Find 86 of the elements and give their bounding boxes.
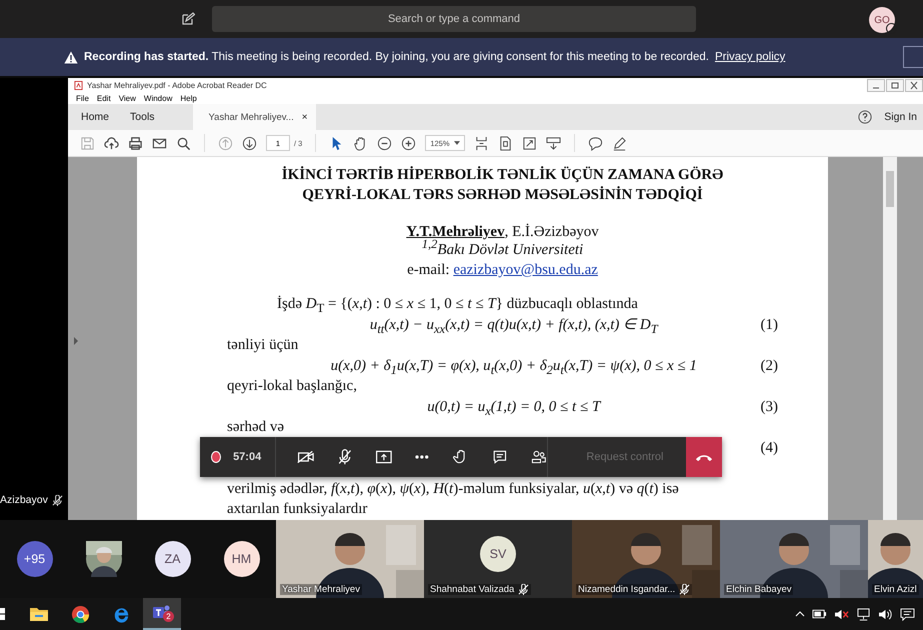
equation-number: (2) [760,356,778,376]
participant-avatar: SV [480,536,516,572]
notification-badge: 2 [163,611,174,622]
recording-message: Recording has started. This meeting is being recorded. By joining, you are giving consent for this meeting to be recorded. [84,51,709,63]
affiliation: $^{1,2}$Bakı Dövlət Universiteti [422,241,584,260]
user-avatar[interactable]: GO [869,7,895,33]
participant-name: Shahnabat Valizada [430,584,514,595]
menu-item[interactable]: Help [180,94,197,102]
window-title: Yashar Mehraliyev.pdf - Adobe Acrobat Reader DC [87,80,267,90]
chevron-up-icon[interactable] [795,611,805,617]
paragraph-text: axtarılan funksiyalardır [227,500,368,519]
menu-item[interactable]: Edit [96,94,111,102]
expand-icon[interactable] [522,136,538,150]
equation: u$_{tt}$(x,t) − u$_{xx}$(x,t) = q(t)u(x,t) + f(x,t), (x,t) ∈ D$_{T}$ [368,316,660,335]
email-label: e-mail: [407,262,450,278]
compose-icon[interactable] [181,12,195,26]
battery-icon[interactable] [812,609,827,619]
document-authors: Y.T.Mehrəliyev, E.İ.Əzizbəyov [405,223,600,240]
restore-button[interactable] [886,78,904,92]
call-timer: 57:04 [233,451,262,463]
equation: u(0,t) = u$_{x}$(1,t) = 0, 0 ≤ t ≤ T [426,398,602,417]
participant-name: Yashar Mehraliyev [282,584,360,595]
zoom-in-icon[interactable] [401,136,416,150]
equation-number: (4) [760,438,778,458]
comment-icon[interactable] [588,136,604,150]
paragraph-text: sərhəd və [227,418,286,437]
recording-icon [211,451,222,463]
participant-avatar: HM [224,541,260,577]
pdf-file-icon [74,80,83,90]
equation: u(x,0) + δ$_{1}$u(x,T) = φ(x), u$_{t}$(x,0) + δ$_{2}$u$_{t}$(x,T) = ψ(x), 0 ≤ x ≤ 1 [330,356,698,376]
help-icon[interactable] [858,110,872,124]
scroll-bar[interactable] [883,157,897,520]
status-dot [886,23,897,34]
participant-avatar: ZA [154,541,190,577]
paragraph-text: İşdə D$_{T}$ = {(x,t) : 0 ≤ x ≤ 1, 0 ≤ t ≤ T} düzbucaqlı oblastında [276,294,639,314]
camera-off-icon[interactable] [297,448,315,466]
windows-icon[interactable] [0,607,6,621]
browser-icon [70,604,90,624]
privacy-policy-link[interactable]: Privacy policy [714,51,786,63]
panel-toggle-icon[interactable] [74,337,78,345]
fit-page-icon[interactable] [474,136,490,150]
equation-number: (3) [760,398,778,416]
taskbar-app[interactable]: 2 [143,598,181,630]
participants-icon[interactable] [530,448,548,466]
paragraph-text: qeyri-lokal başlanğıc, [227,377,358,396]
page-icon[interactable] [498,136,514,150]
document-tab[interactable]: Yashar Mehrəliyev... × [192,104,316,130]
print-icon[interactable] [128,136,143,150]
close-button[interactable] [905,78,923,92]
menu-item[interactable]: Window [144,94,172,102]
pen-icon[interactable] [612,136,628,150]
document-title: QEYRİ-LOKAL TƏRS SƏRHƏD MƏSƏLƏSİNİN TƏDQİQİ [301,185,704,205]
participant-name: Azizbayov [0,494,48,506]
email-link[interactable]: eazizbayov@bsu.edu.az [453,262,598,278]
mail-icon[interactable] [152,136,167,150]
network-icon[interactable] [856,608,871,620]
nav-tab[interactable]: Home [68,104,118,130]
scroll-mode-icon[interactable] [546,136,562,150]
caret-icon [454,141,460,145]
participant-name: Elvin Azizl [874,584,917,595]
participant-name: Nizameddin Isgandar... [578,584,676,595]
chat-icon[interactable] [490,448,509,466]
share-screen-icon[interactable] [374,448,392,466]
volume-icon[interactable] [878,608,893,620]
minimize-button[interactable] [867,78,885,92]
menu-item[interactable]: View [118,94,136,102]
sign-in-link[interactable]: Sign In [884,111,917,123]
search-field[interactable]: Search or type a command [212,6,696,32]
paragraph-text: verilmiş ədədlər, f(x,t), φ(x), ψ(x), H(t)-məlum funksiyalar, u(x,t) və q(t) isə [227,480,680,498]
document-title: İKİNCİ TƏRTİB HİPERBOLİK TƏNLİK ÜÇÜN ZAMANA GÖRƏ [280,165,724,185]
more-participants-count[interactable]: +95 [16,541,52,577]
close-tab-button[interactable]: × [302,112,308,122]
next-page-icon[interactable] [242,136,257,150]
nav-tab[interactable]: Tools [117,104,163,130]
warning-icon [64,50,78,64]
speaker-muted-icon[interactable] [834,608,849,620]
equation-number: (1) [760,316,778,334]
menu-item[interactable]: File [76,94,89,102]
search-icon[interactable] [176,136,191,150]
cloud-upload-icon[interactable] [104,136,119,150]
phone-icon [694,452,713,462]
paragraph-text: tənliyi üçün [227,336,300,355]
hang-up-button[interactable] [686,437,722,477]
notification-icon[interactable] [900,608,915,620]
folder-icon [29,606,49,622]
zoom-out-icon[interactable] [377,136,392,150]
